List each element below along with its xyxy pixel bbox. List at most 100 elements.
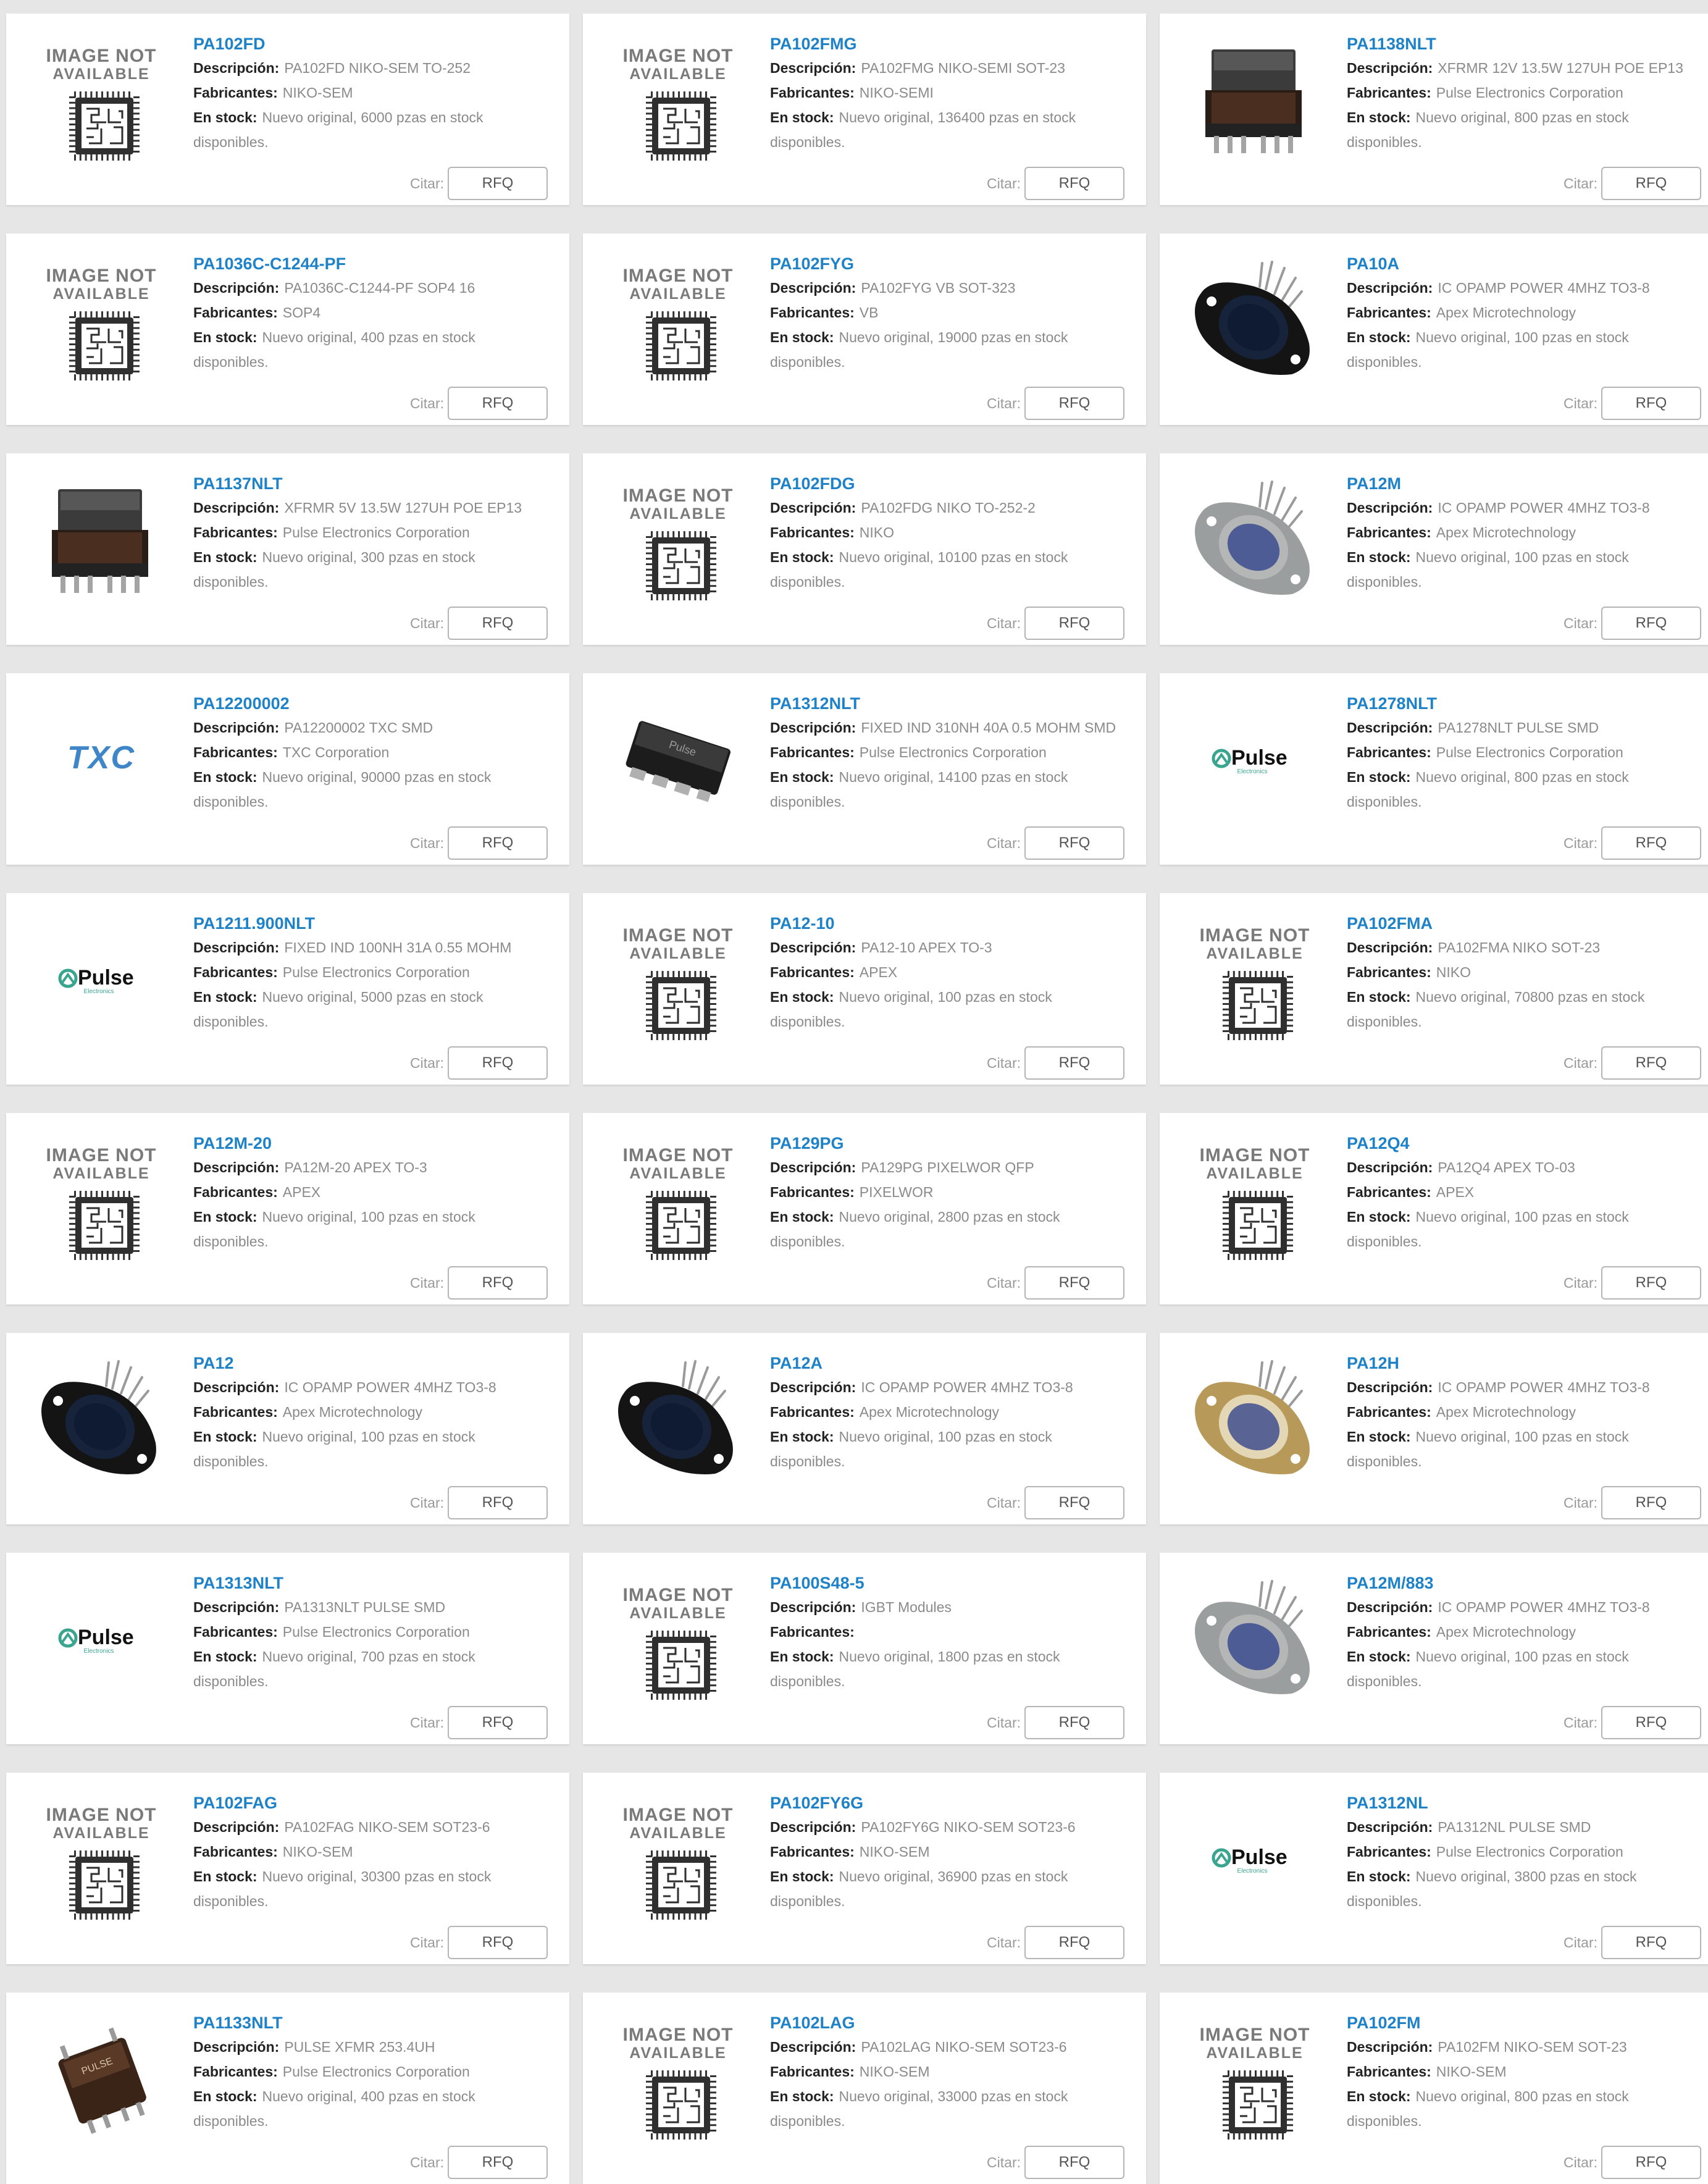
part-number-link[interactable]: PA1138NLT	[1347, 32, 1436, 56]
part-number-link[interactable]: PA1278NLT	[1347, 692, 1437, 715]
part-number-link[interactable]: PA1312NL	[1347, 1791, 1428, 1815]
rfq-button[interactable]: RFQ	[1024, 1046, 1124, 1080]
rfq-button[interactable]: RFQ	[448, 1486, 548, 1519]
product-image[interactable]: IMAGE NOT AVAILABLE	[604, 1790, 752, 1926]
rfq-button[interactable]: RFQ	[1601, 387, 1701, 420]
rfq-button[interactable]: RFQ	[448, 1266, 548, 1300]
product-image[interactable]: Pulse Electronics	[27, 910, 175, 1046]
product-image[interactable]: Pulse Electronics	[1181, 1790, 1329, 1926]
product-image[interactable]	[1181, 31, 1329, 167]
part-number-link[interactable]: PA12H	[1347, 1351, 1399, 1375]
part-number-link[interactable]: PA102FAG	[193, 1791, 277, 1815]
pulse-logo: Pulse Electronics	[58, 966, 134, 995]
rfq-button[interactable]: RFQ	[1024, 1266, 1124, 1300]
rfq-button[interactable]: RFQ	[1601, 1266, 1701, 1300]
rfq-button[interactable]: RFQ	[1601, 167, 1701, 200]
part-number-link[interactable]: PA102LAG	[770, 2011, 855, 2035]
rfq-button[interactable]: RFQ	[1601, 1926, 1701, 1959]
part-number-link[interactable]: PA1137NLT	[193, 472, 283, 495]
product-image[interactable]: IMAGE NOT AVAILABLE	[604, 2010, 752, 2146]
product-image[interactable]	[1181, 251, 1329, 387]
product-image[interactable]: IMAGE NOT AVAILABLE	[604, 1570, 752, 1706]
part-number-link[interactable]: PA12M/883	[1347, 1571, 1434, 1595]
rfq-button[interactable]: RFQ	[1601, 1486, 1701, 1519]
rfq-button[interactable]: RFQ	[448, 826, 548, 860]
rfq-button[interactable]: RFQ	[1601, 1706, 1701, 1739]
rfq-button[interactable]: RFQ	[1601, 2146, 1701, 2179]
part-number-link[interactable]: PA102FD	[193, 32, 266, 56]
product-image[interactable]: IMAGE NOT AVAILABLE	[27, 251, 175, 387]
product-image[interactable]: IMAGE NOT AVAILABLE	[1181, 2010, 1329, 2146]
rfq-button[interactable]: RFQ	[448, 2146, 548, 2179]
part-number-link[interactable]: PA1313NLT	[193, 1571, 283, 1595]
description-value: IC OPAMP POWER 4MHZ TO3-8	[861, 1379, 1073, 1395]
product-image[interactable]	[1181, 1350, 1329, 1486]
part-number-link[interactable]: PA12	[193, 1351, 234, 1375]
product-image[interactable]: Pulse Electronics	[27, 1570, 175, 1706]
product-image[interactable]	[604, 1350, 752, 1486]
image-not-available-line1: IMAGE NOT	[1200, 2025, 1310, 2045]
product-image[interactable]: IMAGE NOT AVAILABLE	[604, 1130, 752, 1266]
rfq-button[interactable]: RFQ	[1024, 1926, 1124, 1959]
part-number-link[interactable]: PA1036C-C1244-PF	[193, 252, 346, 275]
rfq-button[interactable]: RFQ	[1024, 607, 1124, 640]
part-number-link[interactable]: PA102FDG	[770, 472, 855, 495]
product-image[interactable]	[1181, 1570, 1329, 1706]
rfq-button[interactable]: RFQ	[448, 387, 548, 420]
rfq-button[interactable]: RFQ	[1024, 1486, 1124, 1519]
product-image[interactable]: TXC	[27, 691, 175, 826]
rfq-button[interactable]: RFQ	[448, 1706, 548, 1739]
product-image[interactable]: IMAGE NOT AVAILABLE	[604, 251, 752, 387]
quote-label: Citar:	[1564, 1934, 1597, 1951]
part-number-link[interactable]: PA102FMA	[1347, 912, 1433, 935]
part-number-link[interactable]: PA12M	[1347, 472, 1401, 495]
rfq-button[interactable]: RFQ	[448, 167, 548, 200]
part-number-link[interactable]: PA10A	[1347, 252, 1399, 275]
part-number-link[interactable]: PA100S48-5	[770, 1571, 864, 1595]
rfq-button[interactable]: RFQ	[448, 1046, 548, 1080]
rfq-button[interactable]: RFQ	[448, 1926, 548, 1959]
product-image[interactable]: IMAGE NOT AVAILABLE	[27, 1130, 175, 1266]
rfq-button[interactable]: RFQ	[1601, 607, 1701, 640]
part-number-link[interactable]: PA12-10	[770, 912, 835, 935]
stock-label: En stock:	[193, 329, 257, 345]
product-image[interactable]: IMAGE NOT AVAILABLE	[604, 31, 752, 167]
rfq-button[interactable]: RFQ	[1024, 826, 1124, 860]
part-number-link[interactable]: PA12M-20	[193, 1132, 272, 1155]
description-row: Descripción: PA12-10 APEX TO-3	[770, 935, 1134, 960]
part-number-link[interactable]: PA1312NLT	[770, 692, 860, 715]
product-image[interactable]: PULSE	[27, 2010, 175, 2146]
part-number-link[interactable]: PA12A	[770, 1351, 823, 1375]
part-number-link[interactable]: PA1211.900NLT	[193, 912, 315, 935]
part-number-link[interactable]: PA1133NLT	[193, 2011, 283, 2035]
description-row: Descripción: PA12Q4 APEX TO-03	[1347, 1155, 1708, 1180]
product-image[interactable]: IMAGE NOT AVAILABLE	[27, 1790, 175, 1926]
part-number-link[interactable]: PA102FM	[1347, 2011, 1421, 2035]
rfq-button[interactable]: RFQ	[448, 607, 548, 640]
rfq-button[interactable]: RFQ	[1601, 826, 1701, 860]
part-number-link[interactable]: PA129PG	[770, 1132, 844, 1155]
product-image[interactable]: IMAGE NOT AVAILABLE	[604, 910, 752, 1046]
product-image[interactable]: IMAGE NOT AVAILABLE	[27, 31, 175, 167]
image-not-available-line2: AVAILABLE	[629, 945, 726, 962]
description-value: PA12-10 APEX TO-3	[861, 939, 992, 956]
product-image[interactable]	[1181, 471, 1329, 607]
part-number-link[interactable]: PA12Q4	[1347, 1132, 1410, 1155]
product-image[interactable]: Pulse	[604, 691, 752, 826]
product-image[interactable]: Pulse Electronics	[1181, 691, 1329, 826]
product-image[interactable]: IMAGE NOT AVAILABLE	[1181, 1130, 1329, 1266]
rfq-button[interactable]: RFQ	[1024, 1706, 1124, 1739]
product-image[interactable]	[27, 1350, 175, 1486]
part-number-link[interactable]: PA102FMG	[770, 32, 857, 56]
product-image[interactable]	[27, 471, 175, 607]
part-number-link[interactable]: PA102FYG	[770, 252, 854, 275]
rfq-button[interactable]: RFQ	[1024, 2146, 1124, 2179]
part-number-link[interactable]: PA102FY6G	[770, 1791, 863, 1815]
rfq-button[interactable]: RFQ	[1024, 387, 1124, 420]
product-image[interactable]: IMAGE NOT AVAILABLE	[1181, 910, 1329, 1046]
rfq-button[interactable]: RFQ	[1024, 167, 1124, 200]
part-number-link[interactable]: PA12200002	[193, 692, 290, 715]
rfq-button[interactable]: RFQ	[1601, 1046, 1701, 1080]
stock-row: En stock: Nuevo original, 136400 pzas en …	[770, 105, 1134, 130]
product-image[interactable]: IMAGE NOT AVAILABLE	[604, 471, 752, 607]
